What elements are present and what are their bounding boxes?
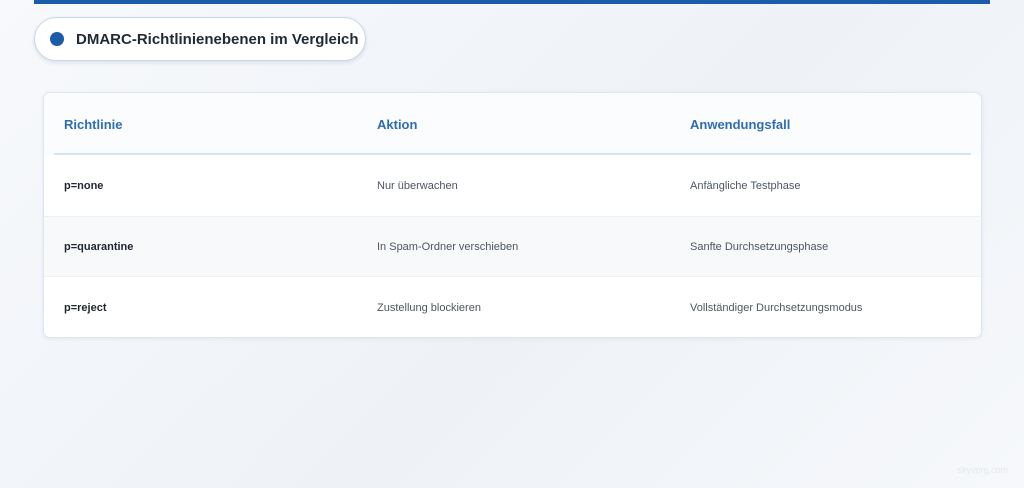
use-case-cell: Anfängliche Testphase xyxy=(690,179,801,192)
action-cell: Zustellung blockieren xyxy=(377,301,481,314)
dmarc-policy-table: Richtlinie Aktion Anwendungsfall p=none … xyxy=(43,92,982,338)
table-row: p=none Nur überwachen Anfängliche Testph… xyxy=(44,155,981,216)
watermark: skyvorg.com xyxy=(957,465,1008,475)
policy-cell: p=quarantine xyxy=(64,240,134,253)
table-row: p=quarantine In Spam-Ordner verschieben … xyxy=(44,216,981,277)
page-title-pill: DMARC-Richtlinienebenen im Vergleich xyxy=(34,17,366,61)
use-case-cell: Vollständiger Durchsetzungsmodus xyxy=(690,301,863,314)
table-header-row: Richtlinie Aktion Anwendungsfall xyxy=(44,93,981,155)
top-accent-bar xyxy=(34,0,990,4)
action-cell: Nur überwachen xyxy=(377,179,458,192)
column-header-policy: Richtlinie xyxy=(64,116,123,132)
bullet-dot-icon xyxy=(50,32,64,46)
table-row: p=reject Zustellung blockieren Vollständ… xyxy=(44,277,981,337)
use-case-cell: Sanfte Durchsetzungsphase xyxy=(690,240,829,253)
action-cell: In Spam-Ordner verschieben xyxy=(377,240,519,253)
policy-cell: p=reject xyxy=(64,301,107,314)
page-title: DMARC-Richtlinienebenen im Vergleich xyxy=(76,30,359,48)
policy-cell: p=none xyxy=(64,179,104,192)
column-header-use-case: Anwendungsfall xyxy=(690,116,791,132)
column-header-action: Aktion xyxy=(377,116,418,132)
